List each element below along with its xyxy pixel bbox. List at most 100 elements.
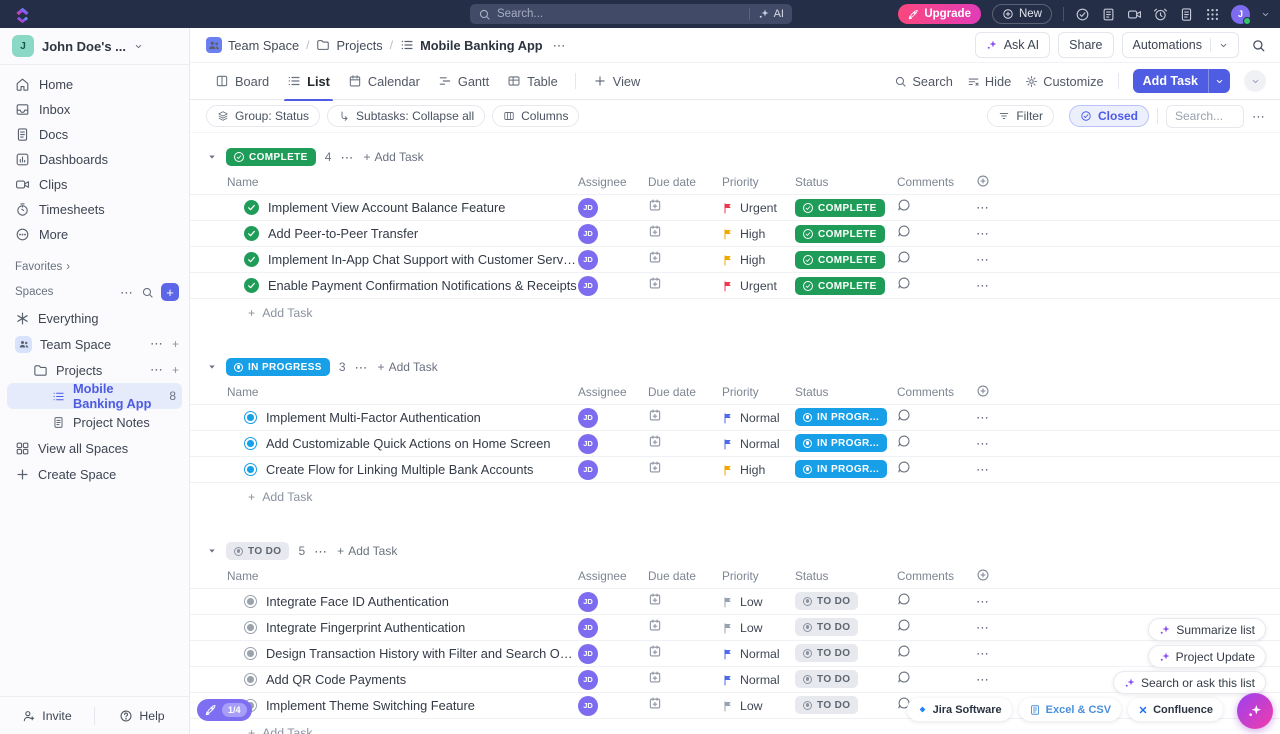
due-date-icon[interactable] xyxy=(648,460,662,474)
task-todo-icon[interactable] xyxy=(244,595,257,608)
row-menu-icon[interactable]: ⋯ xyxy=(976,278,990,293)
due-date-icon[interactable] xyxy=(648,592,662,606)
due-date-icon[interactable] xyxy=(648,696,662,710)
column-assignee[interactable]: Assignee xyxy=(578,569,648,583)
task-row[interactable]: Integrate Face ID Authentication JD Low … xyxy=(190,589,1280,615)
tab-board[interactable]: Board xyxy=(206,63,278,100)
task-name[interactable]: Implement In-App Chat Support with Custo… xyxy=(268,252,578,267)
column-name[interactable]: Name xyxy=(227,385,578,399)
task-name[interactable]: Integrate Face ID Authentication xyxy=(266,594,449,609)
priority-cell[interactable]: Low xyxy=(722,595,795,609)
reminders-icon[interactable] xyxy=(1153,7,1168,22)
priority-cell[interactable]: High xyxy=(722,253,795,267)
row-menu-icon[interactable]: ⋯ xyxy=(976,462,990,477)
add-task-row[interactable]: +Add Task xyxy=(190,483,1280,511)
sidebar-item-mobile-banking-app[interactable]: Mobile Banking App 8 xyxy=(7,383,182,409)
column-status[interactable]: Status xyxy=(795,569,897,583)
docs-icon[interactable] xyxy=(1179,7,1194,22)
global-search-input[interactable] xyxy=(497,8,741,20)
add-task-dropdown[interactable] xyxy=(1208,69,1230,93)
breadcrumb-folder[interactable]: Projects xyxy=(316,38,382,53)
sidebar-item-timesheets[interactable]: Timesheets xyxy=(0,197,189,222)
column-priority[interactable]: Priority xyxy=(722,175,795,189)
todo-check-icon[interactable] xyxy=(1075,7,1090,22)
task-name[interactable]: Design Transaction History with Filter a… xyxy=(266,646,578,661)
space-menu-icon[interactable]: ⋯ xyxy=(150,337,164,351)
comment-icon[interactable] xyxy=(897,408,911,422)
due-date-icon[interactable] xyxy=(648,644,662,658)
sidebar-item-everything[interactable]: Everything xyxy=(0,305,189,331)
group-menu-icon[interactable]: ⋯ xyxy=(355,361,369,374)
sidebar-item-team-space[interactable]: Team Space ⋯+ xyxy=(0,331,189,357)
add-to-space-icon[interactable]: + xyxy=(172,337,179,351)
column-comments[interactable]: Comments xyxy=(897,175,976,189)
share-button[interactable]: Share xyxy=(1058,32,1113,58)
group-menu-icon[interactable]: ⋯ xyxy=(314,545,328,558)
row-menu-icon[interactable]: ⋯ xyxy=(976,594,990,609)
task-name[interactable]: Implement View Account Balance Feature xyxy=(268,200,505,215)
collapse-caret-icon[interactable] xyxy=(207,362,217,372)
task-row[interactable]: Design Transaction History with Filter a… xyxy=(190,641,1280,667)
task-row[interactable]: Enable Payment Confirmation Notification… xyxy=(190,273,1280,299)
collapse-caret-icon[interactable] xyxy=(207,152,217,162)
upgrade-button[interactable]: Upgrade xyxy=(898,4,981,24)
task-row[interactable]: Implement In-App Chat Support with Custo… xyxy=(190,247,1280,273)
due-date-icon[interactable] xyxy=(648,434,662,448)
assignee-avatar[interactable]: JD xyxy=(578,224,598,244)
status-badge[interactable]: IN PROGR... xyxy=(795,460,887,478)
comment-icon[interactable] xyxy=(897,460,911,474)
due-date-icon[interactable] xyxy=(648,198,662,212)
search-or-ask-button[interactable]: Search or ask this list xyxy=(1113,671,1266,694)
task-name[interactable]: Add Customizable Quick Actions on Home S… xyxy=(266,436,551,451)
clickup-logo-icon[interactable] xyxy=(14,6,31,23)
ask-ai-button[interactable]: Ask AI xyxy=(975,32,1050,58)
status-badge[interactable]: IN PROGR... xyxy=(795,408,887,426)
invite-button[interactable]: Invite xyxy=(0,709,94,723)
ai-assistant-fab[interactable] xyxy=(1237,693,1273,729)
status-badge[interactable]: COMPLETE xyxy=(795,199,885,217)
new-button[interactable]: New xyxy=(992,4,1052,24)
clips-icon[interactable] xyxy=(1127,7,1142,22)
status-badge[interactable]: TO DO xyxy=(795,592,858,610)
status-badge[interactable]: COMPLETE xyxy=(795,251,885,269)
row-menu-icon[interactable]: ⋯ xyxy=(976,436,990,451)
due-date-icon[interactable] xyxy=(648,670,662,684)
sidebar-item-inbox[interactable]: Inbox xyxy=(0,97,189,122)
notepad-icon[interactable] xyxy=(1101,7,1116,22)
workspace-switcher[interactable]: J John Doe's ... xyxy=(0,28,189,65)
apps-grid-icon[interactable] xyxy=(1205,7,1220,22)
automations-button[interactable]: Automations xyxy=(1122,32,1239,58)
assignee-avatar[interactable]: JD xyxy=(578,460,598,480)
task-in-progress-icon[interactable] xyxy=(244,411,257,424)
due-date-icon[interactable] xyxy=(648,276,662,290)
sidebar-item-view-all-spaces[interactable]: View all Spaces xyxy=(0,435,189,461)
summarize-list-button[interactable]: Summarize list xyxy=(1148,618,1266,641)
task-in-progress-icon[interactable] xyxy=(244,437,257,450)
user-avatar[interactable]: J xyxy=(1231,5,1250,24)
trial-usage-pill[interactable]: 1/4 xyxy=(197,699,252,721)
column-assignee[interactable]: Assignee xyxy=(578,385,648,399)
add-task-row[interactable]: +Add Task xyxy=(190,719,1280,734)
comment-icon[interactable] xyxy=(897,618,911,632)
sidebar-item-clips[interactable]: Clips xyxy=(0,172,189,197)
group-add-task-button[interactable]: +Add Task xyxy=(337,544,397,558)
status-badge[interactable]: COMPLETE xyxy=(795,277,885,295)
group-status-badge[interactable]: COMPLETE xyxy=(226,148,316,166)
task-complete-icon[interactable] xyxy=(244,200,259,215)
group-add-task-button[interactable]: +Add Task xyxy=(363,150,423,164)
sidebar-item-dashboards[interactable]: Dashboards xyxy=(0,147,189,172)
tab-list[interactable]: List xyxy=(278,63,339,100)
row-menu-icon[interactable]: ⋯ xyxy=(976,646,990,661)
sidebar-item-more[interactable]: More xyxy=(0,222,189,247)
assignee-avatar[interactable]: JD xyxy=(578,408,598,428)
comment-icon[interactable] xyxy=(897,250,911,264)
priority-cell[interactable]: Urgent xyxy=(722,279,795,293)
task-row[interactable]: Implement View Account Balance Feature J… xyxy=(190,195,1280,221)
task-row[interactable]: Add Peer-to-Peer Transfer JD High COMPLE… xyxy=(190,221,1280,247)
jira-import-button[interactable]: Jira Software xyxy=(907,698,1012,721)
priority-cell[interactable]: Normal xyxy=(722,437,795,451)
column-name[interactable]: Name xyxy=(227,175,578,189)
spaces-menu-icon[interactable]: ⋯ xyxy=(120,286,134,299)
search-icon[interactable] xyxy=(1251,38,1266,53)
group-menu-icon[interactable]: ⋯ xyxy=(340,151,354,164)
